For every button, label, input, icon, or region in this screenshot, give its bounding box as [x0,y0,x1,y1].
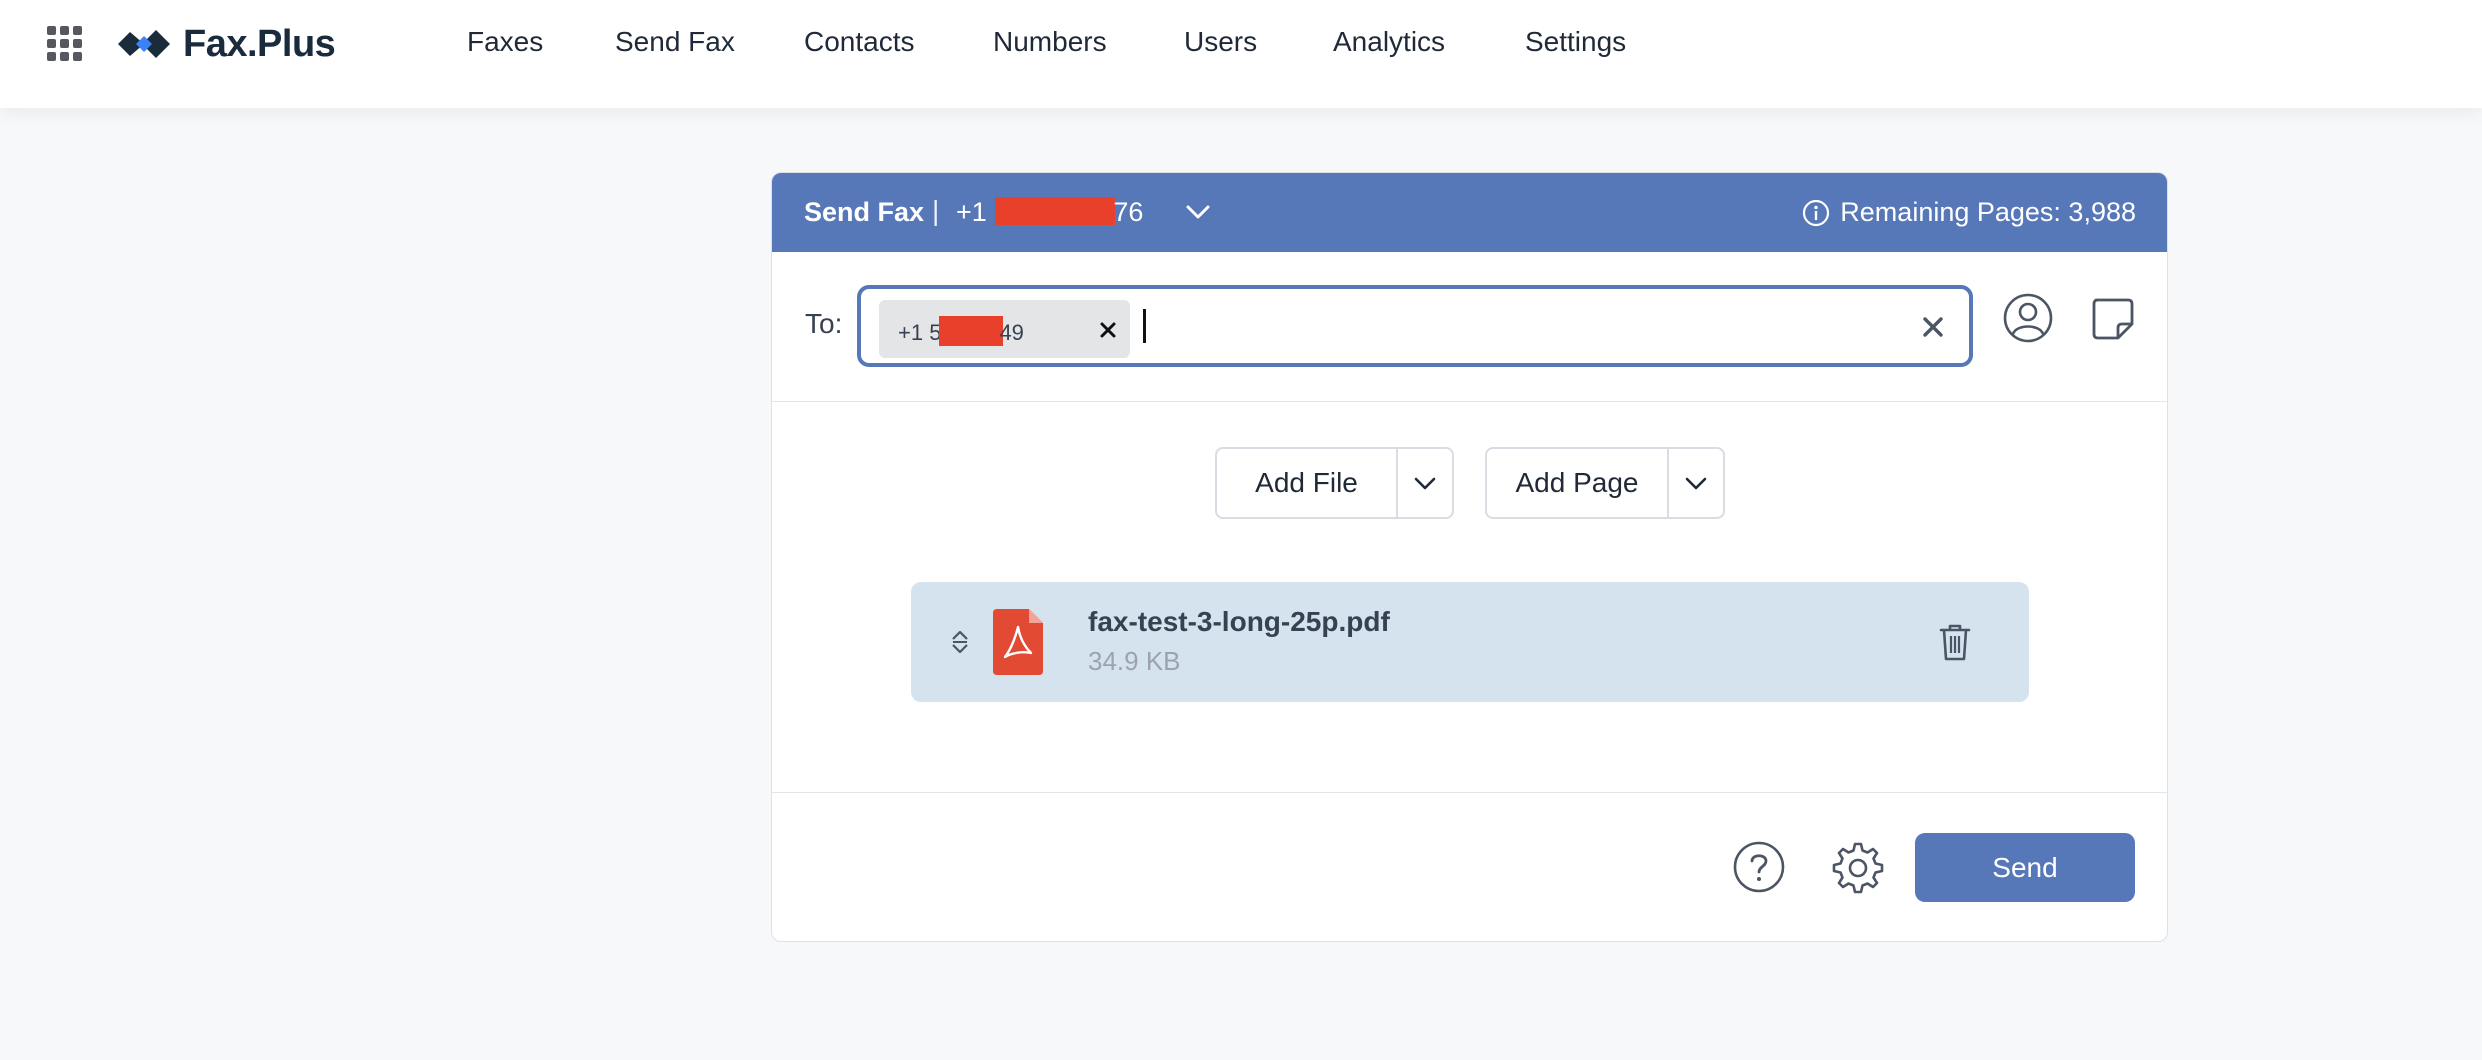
redaction-box [939,316,1004,346]
recipient-number: +1 5 49 [898,316,1024,346]
nav-analytics[interactable]: Analytics [1333,26,1445,58]
to-label: To: [805,308,843,339]
nav-settings[interactable]: Settings [1525,26,1626,58]
nav-faxes[interactable]: Faxes [467,26,543,58]
attached-file-item[interactable]: fax-test-3-long-25p.pdf 34.9 KB [911,582,2029,702]
recipient-chip: +1 5 49 [879,300,1130,358]
send-fax-title: Send Fax [804,197,925,227]
nav-send-fax[interactable]: Send Fax [615,26,735,58]
note-icon[interactable] [2088,294,2136,342]
text-cursor [1143,309,1146,343]
gear-icon[interactable] [1831,840,1885,894]
trash-icon[interactable] [1938,622,1972,662]
chevron-down-icon[interactable] [1185,199,1211,225]
add-page-split-button: Add Page [1485,447,1725,519]
logo[interactable]: Fax.Plus [114,22,336,66]
redaction-box [995,197,1116,225]
add-page-button[interactable]: Add Page [1487,449,1667,517]
nav-users[interactable]: Users [1184,26,1257,58]
add-file-button[interactable]: Add File [1217,449,1396,517]
chevron-down-icon [1414,477,1436,490]
to-row: To: +1 5 49 [772,252,2167,402]
header-separator: | [932,195,940,226]
top-navigation-bar: Fax.Plus Faxes Send Fax Contacts Numbers… [0,0,2482,108]
send-button[interactable]: Send [1915,833,2135,902]
file-size: 34.9 KB [1088,646,1181,676]
contact-icon[interactable] [2002,292,2054,344]
logo-icon [118,30,170,58]
drag-sort-icon[interactable] [949,627,971,657]
add-page-dropdown[interactable] [1667,449,1723,517]
remove-recipient-icon[interactable] [1097,316,1119,342]
nav-contacts[interactable]: Contacts [804,26,915,58]
nav-numbers[interactable]: Numbers [993,26,1107,58]
from-number[interactable]: +1 6 76 [956,197,1143,228]
send-fax-header: Send Fax | +1 6 76 Remaining Pages: 3,988 [772,173,2167,252]
file-name: fax-test-3-long-25p.pdf [1088,606,1390,637]
add-file-split-button: Add File [1215,447,1454,519]
footer-divider [772,792,2167,793]
apps-grid-icon[interactable] [47,26,83,62]
recipient-suffix: 49 [999,320,1024,345]
help-icon[interactable] [1732,840,1786,894]
logo-text: Fax.Plus [183,22,336,65]
recipient-prefix: +1 5 [898,320,942,345]
close-icon[interactable] [1921,315,1945,339]
recipient-input[interactable]: +1 5 49 [857,285,1973,367]
add-file-dropdown[interactable] [1396,449,1452,517]
pdf-file-icon [993,609,1043,675]
chevron-down-icon [1685,477,1707,490]
info-icon[interactable] [1802,199,1830,227]
send-fax-panel: Send Fax | +1 6 76 Remaining Pages: 3,988… [771,172,2168,942]
remaining-pages: Remaining Pages: 3,988 [1840,197,2136,227]
from-number-suffix: 76 [1113,197,1144,227]
